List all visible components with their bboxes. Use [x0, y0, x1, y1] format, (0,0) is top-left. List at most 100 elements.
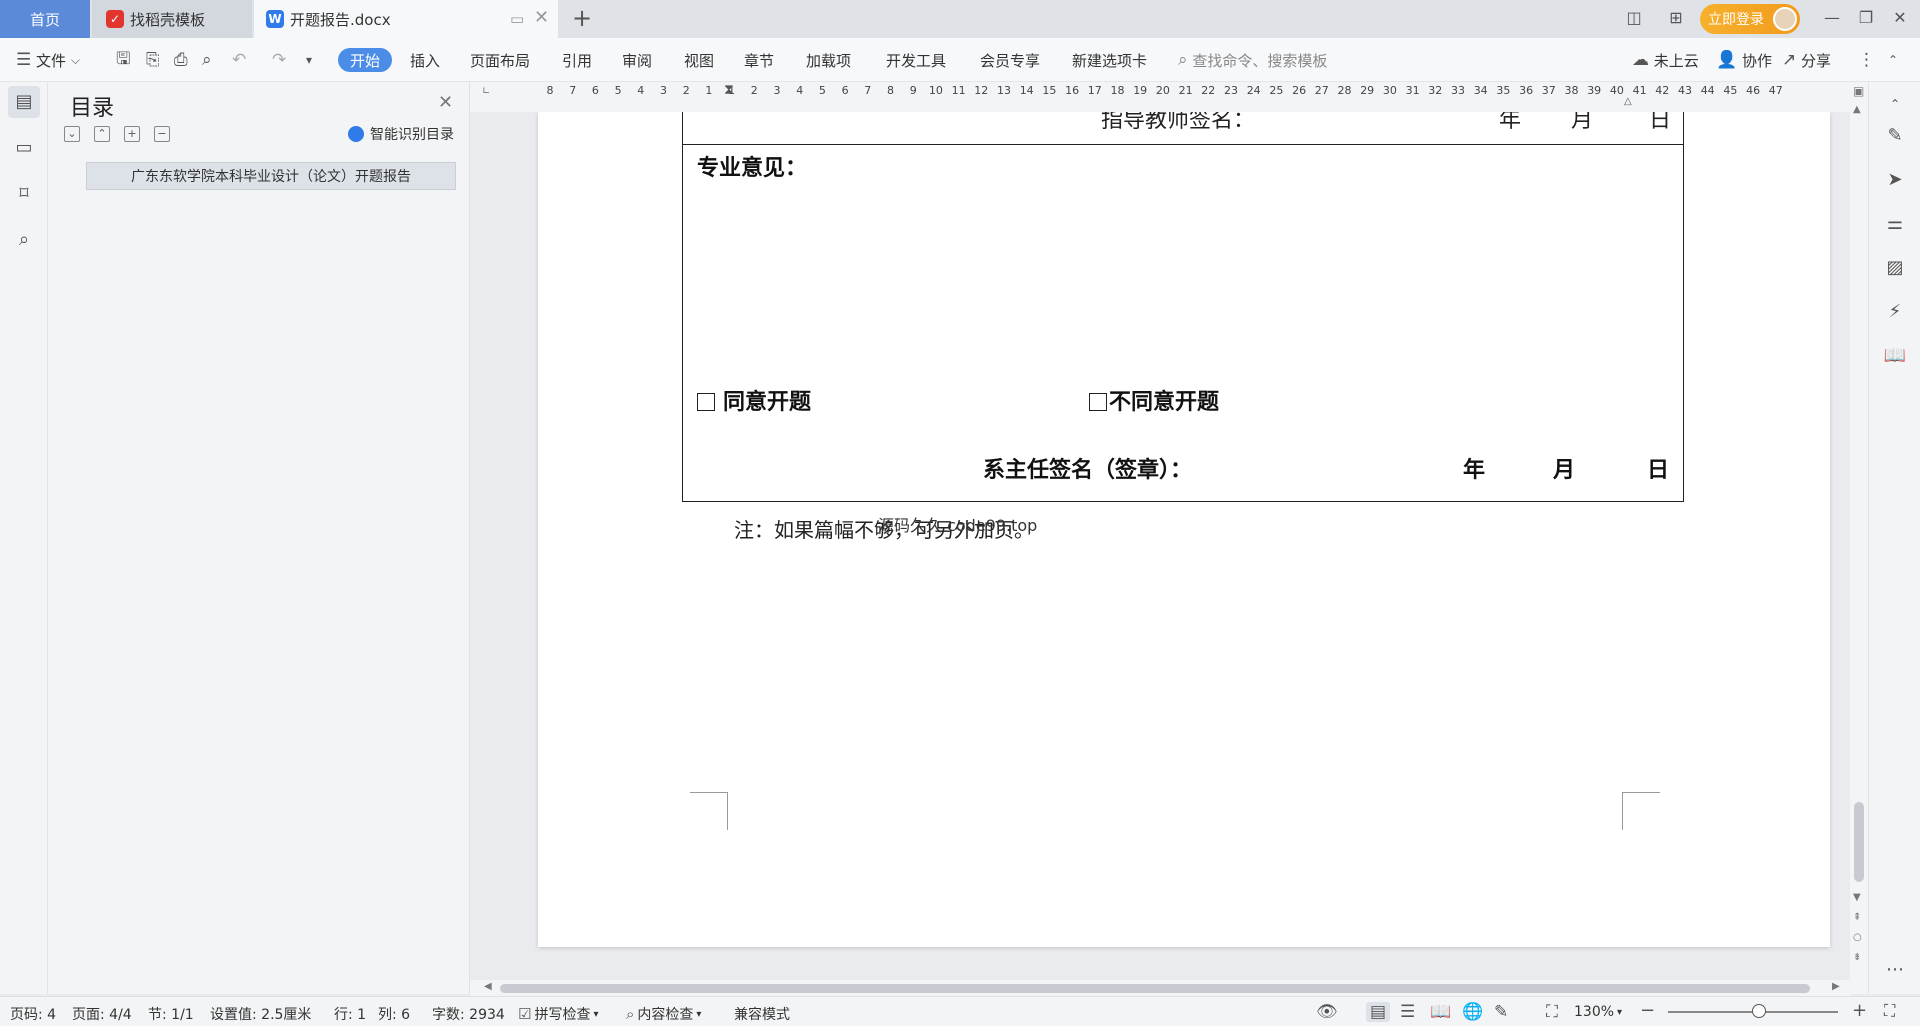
export-pdf-icon[interactable]: ⎘: [146, 48, 160, 72]
status-setting-value[interactable]: 设置值: 2.5厘米: [210, 1004, 311, 1024]
tab-new-tab[interactable]: 新建选项卡: [1072, 48, 1147, 72]
horizontal-scrollbar[interactable]: ◀ ▶: [470, 980, 1850, 996]
agree-checkbox[interactable]: [697, 393, 715, 411]
tab-references[interactable]: 引用: [562, 48, 592, 72]
tab-start[interactable]: 开始: [338, 48, 393, 72]
title-bar: 首页 ✓ 找稻壳模板 W 开题报告.docx ▭ ✕ + ◫ ⊞ 立即登录 — …: [0, 0, 1920, 38]
outline-view-icon[interactable]: ☰: [1400, 1002, 1415, 1022]
scroll-up-icon[interactable]: ▲: [1853, 104, 1861, 115]
command-search[interactable]: ⌕ 查找命令、搜索模板: [1178, 48, 1327, 72]
image-tools-icon[interactable]: ▨: [1883, 256, 1907, 280]
zoom-level-dropdown[interactable]: 130% ▾: [1574, 1004, 1622, 1020]
smart-recognize-toc-button[interactable]: 智能识别目录: [348, 124, 454, 144]
layout-toggle-icon[interactable]: ◫: [1622, 6, 1646, 30]
toc-collapse-icon[interactable]: ⌃: [94, 126, 110, 142]
zoom-in-icon[interactable]: +: [1852, 1000, 1867, 1021]
quick-access-dropdown-icon[interactable]: ▾: [306, 48, 312, 72]
tab-view[interactable]: 视图: [684, 48, 714, 72]
redo-icon[interactable]: ↷: [272, 48, 286, 72]
document-page[interactable]: 指导教师签名： 年 月 日 专业意见： 同意开题 不同意开题 系主任签名（签章）…: [538, 112, 1830, 947]
document-canvas[interactable]: 指导教师签名： 年 月 日 专业意见： 同意开题 不同意开题 系主任签名（签章）…: [470, 112, 1850, 980]
restore-icon[interactable]: ❐: [1854, 6, 1878, 30]
more-vertical-icon[interactable]: ⋮: [1858, 48, 1875, 72]
select-browse-object-icon[interactable]: ○: [1853, 932, 1862, 943]
status-page-code[interactable]: 页码: 4: [10, 1004, 56, 1024]
web-view-icon[interactable]: 🌐: [1462, 1002, 1483, 1022]
collapse-panel-icon[interactable]: ⌃: [1883, 92, 1907, 116]
content-check-button[interactable]: ⌕ 内容检查 ▾: [626, 1004, 701, 1024]
spell-check-button[interactable]: ☑ 拼写检查 ▾: [518, 1004, 598, 1024]
more-horizontal-icon[interactable]: ⋯: [1883, 958, 1907, 982]
page-view-icon[interactable]: ▤: [1366, 1002, 1391, 1022]
share-button[interactable]: ↗ 分享: [1782, 48, 1831, 72]
collapse-ribbon-icon[interactable]: ⌃: [1888, 48, 1898, 72]
chapter-navigation-icon[interactable]: ▭: [8, 132, 40, 164]
ruler-label: 29: [1360, 84, 1375, 97]
tab-developer[interactable]: 开发工具: [886, 48, 946, 72]
ruler-toggle-icon[interactable]: ▣: [1853, 84, 1864, 98]
fullscreen-icon[interactable]: ⛶: [1884, 1001, 1895, 1021]
print-icon[interactable]: ⎙: [174, 48, 188, 72]
tab-member[interactable]: 会员专享: [980, 48, 1040, 72]
toc-item[interactable]: 广东东软学院本科毕业设计（论文）开题报告: [86, 162, 456, 190]
save-icon[interactable]: 🖫: [116, 48, 130, 72]
collaborate-button[interactable]: 👤 协作: [1716, 48, 1772, 72]
fit-page-icon[interactable]: ⛶: [1546, 1002, 1558, 1022]
print-preview-icon[interactable]: ⌕: [202, 48, 212, 72]
tab-close-icon[interactable]: ✕: [534, 7, 549, 28]
status-word-count[interactable]: 字数: 2934: [432, 1004, 505, 1024]
horizontal-scroll-thumb[interactable]: [500, 984, 1810, 993]
scroll-right-icon[interactable]: ▶: [1832, 981, 1840, 992]
tab-home[interactable]: 首页: [0, 0, 90, 38]
next-page-icon[interactable]: ⇟: [1853, 952, 1861, 963]
pen-edit-icon[interactable]: ✎: [1883, 124, 1907, 148]
minimize-icon[interactable]: —: [1820, 6, 1844, 30]
chevron-down-icon: ▾: [1617, 1006, 1623, 1018]
window-close-icon[interactable]: ✕: [1888, 6, 1912, 30]
toc-expand-icon[interactable]: ⌄: [64, 126, 80, 142]
bookmark-icon[interactable]: ⌑: [8, 178, 40, 210]
tab-find-template[interactable]: ✓ 找稻壳模板: [92, 0, 252, 38]
scroll-down-icon[interactable]: ▼: [1853, 892, 1861, 903]
file-menu[interactable]: ☰ 文件 ⌵: [16, 48, 80, 72]
tab-pin-icon[interactable]: ▭: [510, 10, 524, 28]
zoom-slider-knob[interactable]: [1752, 1004, 1766, 1018]
undo-icon[interactable]: ↶: [232, 48, 246, 72]
reading-mode-icon[interactable]: 📖: [1883, 344, 1907, 368]
apps-grid-icon[interactable]: ⊞: [1664, 6, 1688, 30]
first-line-indent-marker-icon[interactable]: ⧗: [724, 82, 734, 98]
status-line[interactable]: 行: 1: [334, 1004, 366, 1024]
reading-view-icon[interactable]: 📖: [1430, 1002, 1451, 1022]
tab-page-layout[interactable]: 页面布局: [470, 48, 530, 72]
horizontal-ruler[interactable]: ∟ 8 7 6 5 4 3 2 1 1 2 3 4 5 6 7 8 9 10 11 12 13 14 15 16 17 18 19 2…: [470, 82, 1850, 112]
status-column[interactable]: 列: 6: [378, 1004, 410, 1024]
vertical-scroll-thumb[interactable]: [1854, 802, 1864, 882]
status-pages[interactable]: 页面: 4/4: [72, 1004, 132, 1024]
toc-promote-icon[interactable]: +: [124, 126, 140, 142]
right-indent-marker-icon[interactable]: △: [1624, 96, 1632, 107]
select-cursor-icon[interactable]: ➤: [1883, 168, 1907, 192]
login-button[interactable]: 立即登录: [1700, 4, 1800, 34]
zoom-out-icon[interactable]: −: [1640, 1000, 1655, 1021]
toc-demote-icon[interactable]: −: [154, 126, 170, 142]
previous-page-icon[interactable]: ⇞: [1853, 912, 1861, 923]
toc-close-icon[interactable]: ✕: [438, 92, 453, 113]
quick-action-icon[interactable]: ⚡: [1883, 300, 1907, 324]
tab-insert[interactable]: 插入: [410, 48, 440, 72]
vertical-scrollbar[interactable]: ▣ ▲ ▼ ⇞ ○ ⇟: [1850, 82, 1868, 994]
status-section[interactable]: 节: 1/1: [148, 1004, 194, 1024]
tab-addins[interactable]: 加载项: [806, 48, 851, 72]
scroll-left-icon[interactable]: ◀: [484, 981, 492, 992]
find-icon[interactable]: ⌕: [8, 224, 40, 256]
tab-review[interactable]: 审阅: [622, 48, 652, 72]
adjust-sliders-icon[interactable]: ⚌: [1883, 212, 1907, 236]
disagree-checkbox[interactable]: [1089, 393, 1107, 411]
tab-chapter[interactable]: 章节: [744, 48, 774, 72]
write-mode-icon[interactable]: ✎: [1494, 1002, 1508, 1022]
opinion-table: 指导教师签名： 年 月 日 专业意见： 同意开题 不同意开题 系主任签名（签章）…: [682, 112, 1684, 502]
eye-protection-icon[interactable]: 👁: [1316, 1002, 1338, 1022]
ruler-label: 7: [569, 84, 577, 97]
toc-panel-icon[interactable]: ▤: [8, 86, 40, 118]
cloud-status-button[interactable]: ☁ 未上云: [1632, 48, 1699, 72]
new-tab-button[interactable]: +: [572, 4, 592, 32]
